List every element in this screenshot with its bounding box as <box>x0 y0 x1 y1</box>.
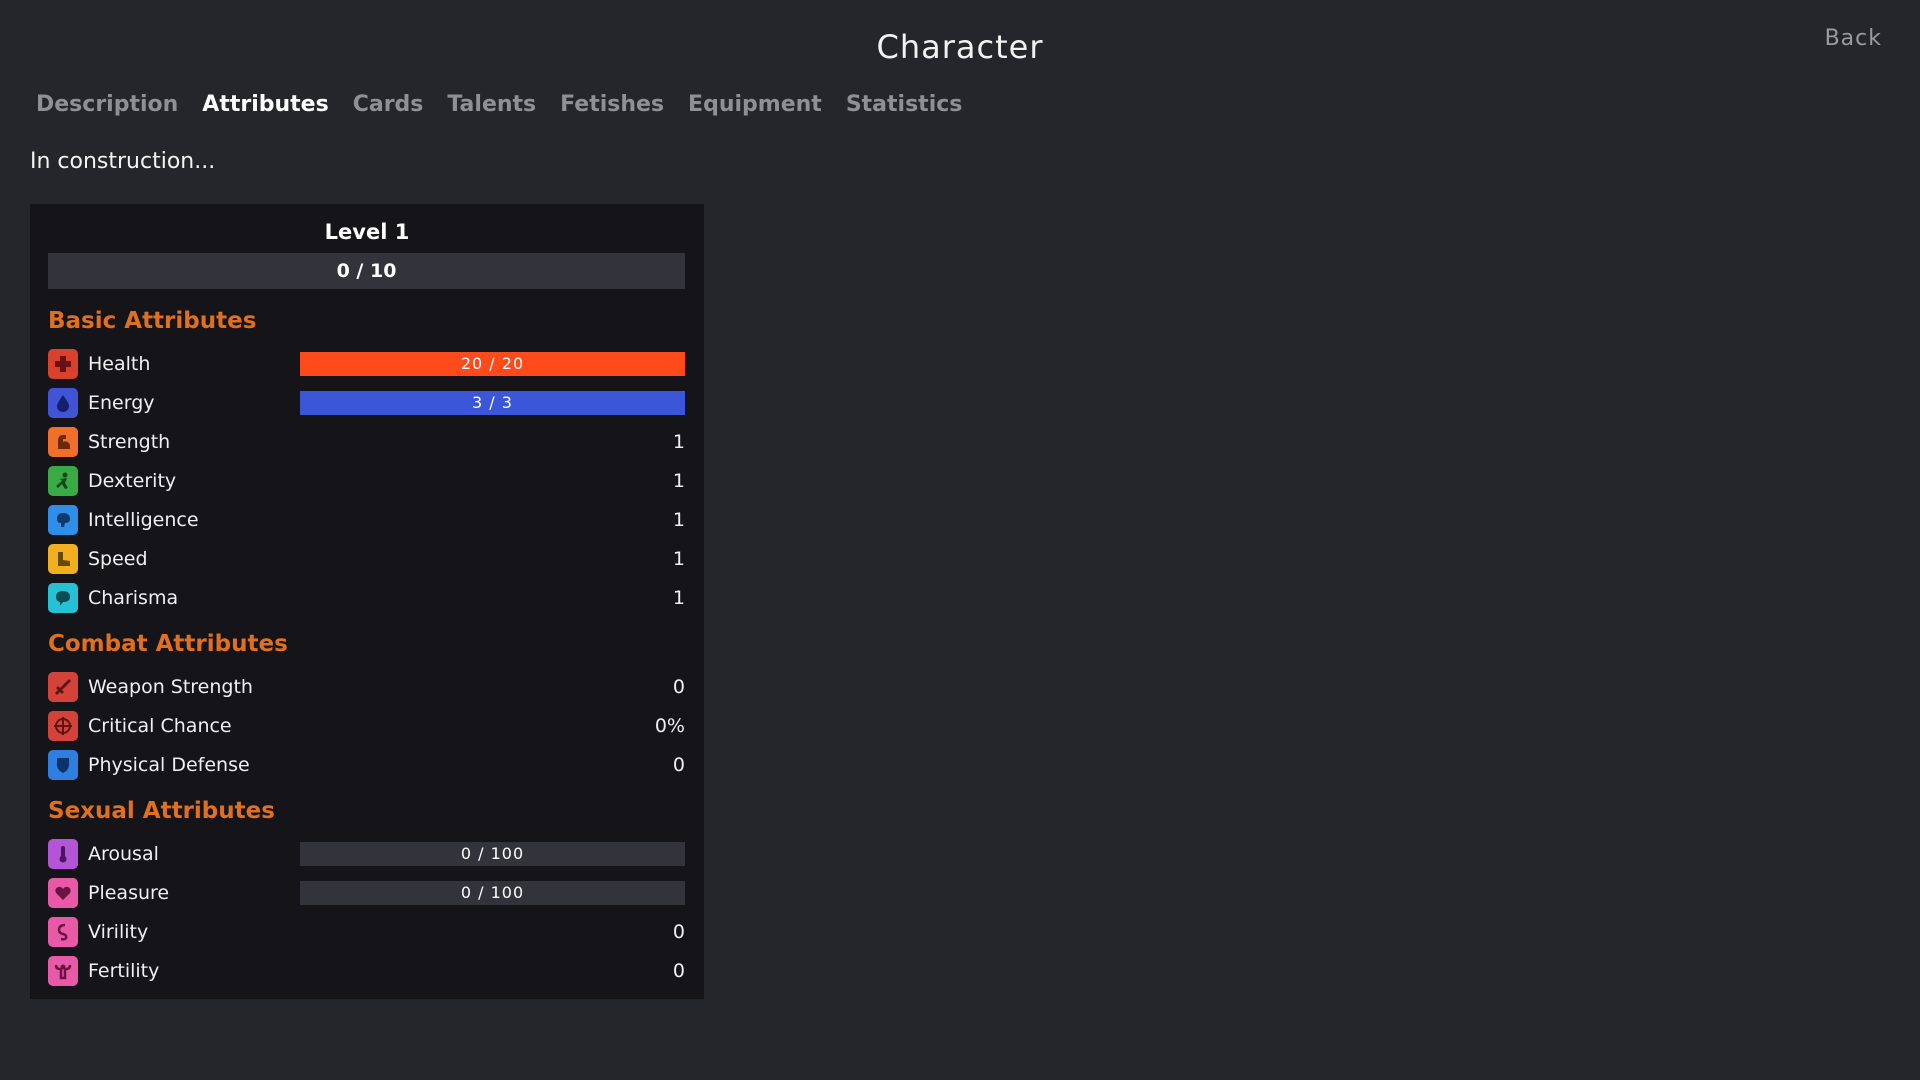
attribute-value: 1 <box>672 548 685 570</box>
attribute-row-weapon-strength: Weapon Strength 0 <box>48 672 685 702</box>
experience-text: 0 / 10 <box>336 260 397 282</box>
attribute-row-charisma: Charisma 1 <box>48 583 685 613</box>
virility-icon <box>48 917 78 947</box>
shield-icon <box>48 750 78 780</box>
attribute-label: Arousal <box>88 843 159 865</box>
page-title: Character <box>876 28 1044 66</box>
health-bar: 20 / 20 <box>300 352 685 376</box>
attribute-label: Energy <box>88 392 155 414</box>
arousal-bar: 0 / 100 <box>300 842 685 866</box>
tab-cards[interactable]: Cards <box>341 92 436 117</box>
combat-attributes-heading: Combat Attributes <box>48 631 288 657</box>
tab-equipment[interactable]: Equipment <box>676 92 834 117</box>
fertility-icon <box>48 956 78 986</box>
tab-attributes[interactable]: Attributes <box>190 92 340 117</box>
attribute-value: 1 <box>672 509 685 531</box>
attribute-row-strength: Strength 1 <box>48 427 685 457</box>
basic-attributes-heading: Basic Attributes <box>48 308 257 334</box>
attribute-row-energy: Energy 3 / 3 <box>48 388 685 418</box>
attribute-row-fertility: Fertility 0 <box>48 956 685 986</box>
thermometer-icon <box>48 839 78 869</box>
pleasure-bar-text: 0 / 100 <box>460 883 525 902</box>
attribute-value: 0% <box>654 715 685 737</box>
attribute-row-speed: Speed 1 <box>48 544 685 574</box>
arousal-bar-text: 0 / 100 <box>460 844 525 863</box>
attribute-label: Health <box>88 353 151 375</box>
tab-bar: Description Attributes Cards Talents Fet… <box>24 92 974 117</box>
strength-arm-icon <box>48 427 78 457</box>
attribute-label: Physical Defense <box>88 754 250 776</box>
attribute-value: 0 <box>672 921 685 943</box>
attribute-value: 0 <box>672 676 685 698</box>
tab-fetishes[interactable]: Fetishes <box>548 92 676 117</box>
attribute-label: Speed <box>88 548 148 570</box>
intelligence-brain-icon <box>48 505 78 535</box>
attribute-label: Weapon Strength <box>88 676 253 698</box>
energy-drop-icon <box>48 388 78 418</box>
level-title: Level 1 <box>324 220 410 244</box>
pleasure-bar: 0 / 100 <box>300 881 685 905</box>
attribute-row-health: Health 20 / 20 <box>48 349 685 379</box>
dexterity-figure-icon <box>48 466 78 496</box>
health-cross-icon <box>48 349 78 379</box>
attribute-value: 1 <box>672 431 685 453</box>
attribute-label: Critical Chance <box>88 715 232 737</box>
energy-bar: 3 / 3 <box>300 391 685 415</box>
attribute-row-physical-defense: Physical Defense 0 <box>48 750 685 780</box>
attribute-row-critical-chance: Critical Chance 0% <box>48 711 685 741</box>
attribute-row-pleasure: Pleasure 0 / 100 <box>48 878 685 908</box>
attribute-label: Pleasure <box>88 882 170 904</box>
attribute-label: Fertility <box>88 960 160 982</box>
crosshair-icon <box>48 711 78 741</box>
attributes-panel: Level 1 0 / 10 Basic Attributes Health 2… <box>30 204 704 999</box>
attribute-row-intelligence: Intelligence 1 <box>48 505 685 535</box>
health-bar-text: 20 / 20 <box>460 354 525 373</box>
attribute-row-virility: Virility 0 <box>48 917 685 947</box>
attribute-label: Charisma <box>88 587 179 609</box>
experience-bar: 0 / 10 <box>48 253 685 289</box>
tab-description[interactable]: Description <box>24 92 190 117</box>
heart-icon <box>48 878 78 908</box>
attribute-value: 1 <box>672 587 685 609</box>
tab-statistics[interactable]: Statistics <box>834 92 975 117</box>
speed-boot-icon <box>48 544 78 574</box>
tab-talents[interactable]: Talents <box>435 92 548 117</box>
attribute-value: 0 <box>672 960 685 982</box>
attribute-label: Dexterity <box>88 470 177 492</box>
construction-notice: In construction... <box>30 149 216 174</box>
attribute-value: 0 <box>672 754 685 776</box>
attribute-label: Intelligence <box>88 509 199 531</box>
attribute-value: 1 <box>672 470 685 492</box>
charisma-speech-icon <box>48 583 78 613</box>
energy-bar-text: 3 / 3 <box>472 393 513 412</box>
attribute-row-arousal: Arousal 0 / 100 <box>48 839 685 869</box>
back-button[interactable]: Back <box>1825 26 1882 51</box>
sexual-attributes-heading: Sexual Attributes <box>48 798 275 824</box>
sword-icon <box>48 672 78 702</box>
attribute-label: Virility <box>88 921 149 943</box>
attribute-label: Strength <box>88 431 171 453</box>
attribute-row-dexterity: Dexterity 1 <box>48 466 685 496</box>
